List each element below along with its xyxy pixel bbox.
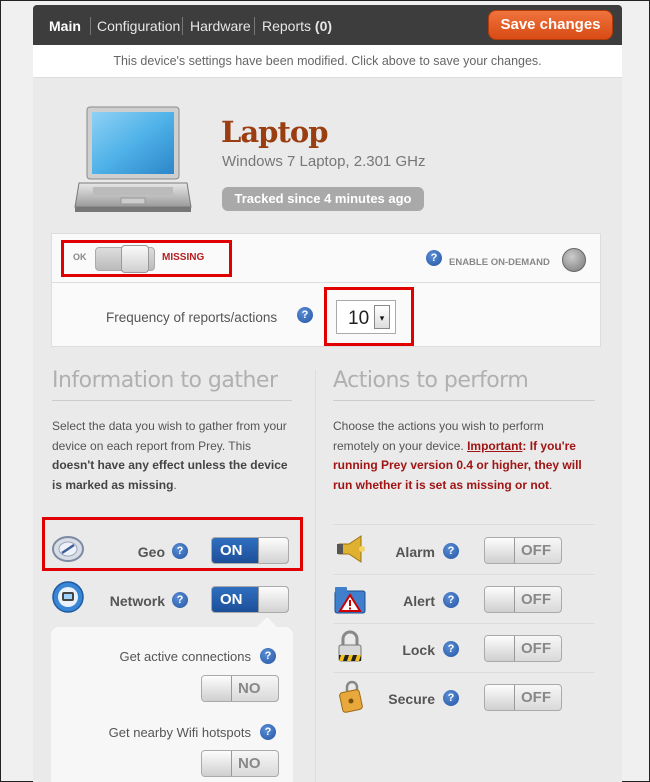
important-label: Important [467,438,523,453]
info-text-line: is marked as missing [52,477,174,492]
row-divider [333,623,595,624]
wifi-hotspots-label: Get nearby Wifi hotspots [108,725,251,740]
active-connections-toggle[interactable]: NO [201,675,279,702]
slider-knob[interactable] [121,245,149,273]
info-text-end: . [173,477,177,492]
modified-notice: This device's settings have been modifie… [33,45,622,78]
actions-text-line: : If you're [522,438,576,453]
laptop-icon [74,106,192,212]
device-name: Laptop [221,115,328,149]
help-icon[interactable]: ? [172,543,188,559]
info-title: Information to gather [52,368,278,393]
wifi-hotspots-state: NO [238,755,261,772]
help-icon[interactable]: ? [443,592,459,608]
help-icon[interactable]: ? [443,690,459,706]
settings-panel: Main Configuration Hardware Reports (0) … [33,5,622,782]
actions-text-line: Choose the actions you wish to perform [333,419,544,433]
nav-divider [254,17,255,35]
alert-label: Alert [403,593,435,609]
tab-configuration[interactable]: Configuration [97,18,180,34]
actions-text-line: run whether it is set as missing or not [333,477,550,492]
actions-title: Actions to perform [333,368,529,393]
device-subtitle: Windows 7 Laptop, 2.301 GHz [222,153,426,170]
column-divider [315,370,316,782]
toggle-knob [202,751,232,776]
network-toggle-state: ON [220,591,243,608]
geo-label: Geo [137,544,165,560]
title-rule [52,400,292,401]
info-description: Select the data you wish to gather from … [52,417,302,495]
secure-toggle-state: OFF [521,689,551,706]
ondemand-toggle[interactable] [562,248,586,272]
network-label: Network [109,593,165,609]
megaphone-icon [337,535,365,563]
actions-description: Choose the actions you wish to perform r… [333,417,613,495]
save-changes-button[interactable]: Save changes [488,10,613,40]
active-connections-label: Get active connections [119,649,251,664]
toggle-knob [485,587,515,612]
help-icon[interactable]: ? [443,543,459,559]
padlock-tag-icon [339,680,363,713]
nav-divider [90,17,91,35]
warning-icon [334,587,366,614]
tab-hardware[interactable]: Hardware [190,18,251,34]
alarm-toggle-state: OFF [521,542,551,559]
info-text-line: Select the data you wish to gather from … [52,419,287,433]
geo-toggle[interactable]: ON [211,537,289,564]
subpanel-pointer [257,617,277,627]
alarm-toggle[interactable]: OFF [484,537,562,564]
toggle-knob [202,676,232,701]
frequency-label: Frequency of reports/actions [106,310,278,325]
row-divider [333,672,595,673]
row-divider [333,574,595,575]
help-icon[interactable]: ? [426,250,442,266]
geo-toggle-state: ON [220,542,243,559]
secure-label: Secure [388,691,435,707]
toggle-knob [485,636,515,661]
actions-text-end: . [549,477,553,492]
help-icon[interactable]: ? [260,724,276,740]
ondemand-label: ENABLE ON-DEMAND [449,257,550,268]
help-icon[interactable]: ? [172,592,188,608]
nav-divider [182,17,183,35]
tracked-badge: Tracked since 4 minutes ago [222,187,424,211]
chevron-down-icon[interactable]: ▾ [374,305,390,329]
tab-main[interactable]: Main [49,18,81,34]
tab-reports[interactable]: Reports (0) [262,18,332,34]
frequency-value: 10 [348,308,370,329]
status-divider [52,282,600,283]
help-icon[interactable]: ? [260,648,276,664]
alert-toggle[interactable]: OFF [484,586,562,613]
actions-text-line: running Prey version 0.4 or higher, they… [333,458,582,472]
info-text-line: doesn't have any effect unless the devic… [52,458,288,472]
lock-icon [338,630,362,662]
title-rule [333,400,595,401]
missing-label: MISSING [162,252,205,263]
alarm-label: Alarm [395,544,435,560]
lock-label: Lock [402,642,435,658]
help-icon[interactable]: ? [443,641,459,657]
lock-toggle-state: OFF [521,640,551,657]
wifi-hotspots-toggle[interactable]: NO [201,750,279,777]
row-divider [333,524,595,525]
help-icon[interactable]: ? [297,307,313,323]
toggle-knob [258,587,288,612]
toggle-knob [485,538,515,563]
compass-icon [52,536,84,562]
top-nav: Main Configuration Hardware Reports (0) … [33,5,622,45]
reports-count: (0) [314,18,333,34]
lock-toggle[interactable]: OFF [484,635,562,662]
ok-label: OK [73,252,87,262]
info-text-line: device on each report from Prey. This [52,438,251,453]
globe-icon [52,581,84,613]
toggle-knob [258,538,288,563]
active-connections-state: NO [238,680,261,697]
toggle-knob [485,685,515,710]
network-toggle[interactable]: ON [211,586,289,613]
browser-frame: Main Configuration Hardware Reports (0) … [0,0,650,782]
tab-reports-label: Reports [262,18,312,34]
alert-toggle-state: OFF [521,591,551,608]
secure-toggle[interactable]: OFF [484,684,562,711]
actions-text-line: remotely on your device. [333,438,468,453]
